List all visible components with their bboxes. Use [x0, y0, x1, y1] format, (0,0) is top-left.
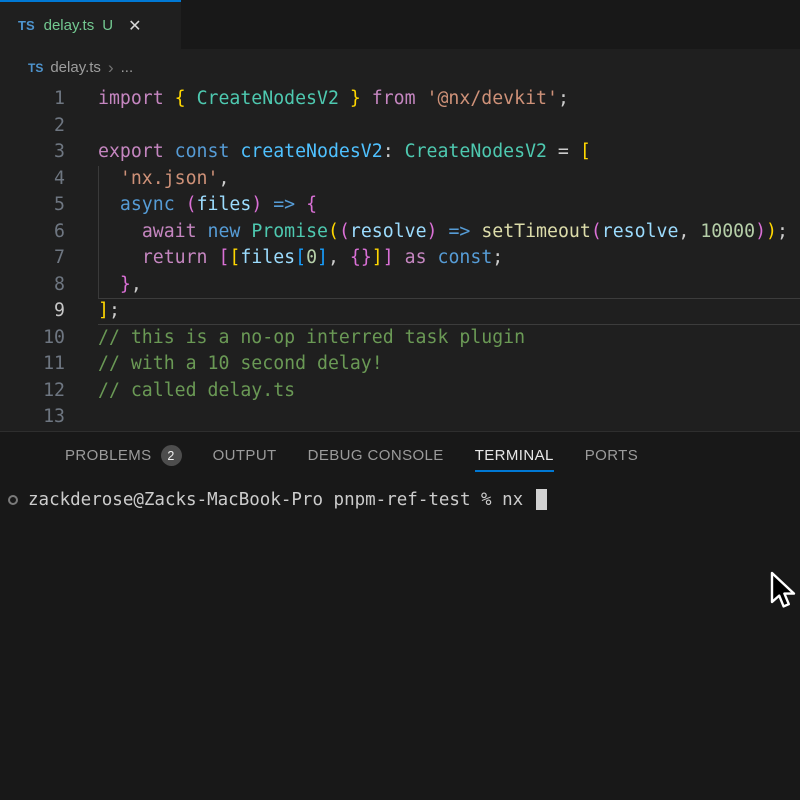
- code-text: // called delay.ts: [98, 378, 800, 405]
- code-line[interactable]: 3 export const createNodesV2: CreateNodes…: [0, 139, 800, 166]
- code-line[interactable]: 13: [0, 404, 800, 431]
- terminal-prompt-line: zackderose@Zacks-MacBook-Pro pnpm-ref-te…: [8, 489, 800, 510]
- command-decoration-circle-icon: [8, 495, 18, 505]
- code-text: [98, 113, 800, 140]
- breadcrumb-file[interactable]: delay.ts: [50, 59, 101, 76]
- breadcrumb-symbol-ellipsis[interactable]: ...: [121, 59, 134, 76]
- panel-tab-label: OUTPUT: [213, 447, 277, 464]
- code-line[interactable]: 12 // called delay.ts: [0, 378, 800, 405]
- code-text: [98, 404, 800, 431]
- line-number: 10: [0, 325, 65, 352]
- line-number: 7: [0, 245, 65, 272]
- code-line[interactable]: 7 return [[files[0], {}]] as const;: [0, 245, 800, 272]
- panel-tab-label: DEBUG CONSOLE: [308, 447, 444, 464]
- tab-filename: delay.ts: [44, 17, 95, 34]
- code-line[interactable]: 8 },: [0, 272, 800, 299]
- code-text: ];: [98, 298, 800, 325]
- terminal-prompt-text: zackderose@Zacks-MacBook-Pro pnpm-ref-te…: [28, 490, 534, 510]
- code-editor[interactable]: 1 import { CreateNodesV2 } from '@nx/devk…: [0, 86, 800, 431]
- line-number: 1: [0, 86, 65, 113]
- line-number: 2: [0, 113, 65, 140]
- line-number: 6: [0, 219, 65, 246]
- chevron-right-icon: ›: [108, 59, 114, 76]
- code-text: import { CreateNodesV2 } from '@nx/devki…: [98, 86, 800, 113]
- line-number: 4: [0, 166, 65, 193]
- panel-tab-terminal[interactable]: TERMINAL: [475, 447, 554, 464]
- line-number: 3: [0, 139, 65, 166]
- editor-lines: 1 import { CreateNodesV2 } from '@nx/devk…: [0, 86, 800, 431]
- terminal-view[interactable]: zackderose@Zacks-MacBook-Pro pnpm-ref-te…: [0, 479, 800, 798]
- code-line[interactable]: 2: [0, 113, 800, 140]
- close-icon[interactable]: ✕: [128, 16, 141, 36]
- panel-tab-ports[interactable]: PORTS: [585, 447, 638, 464]
- line-number: 11: [0, 351, 65, 378]
- typescript-file-icon: TS: [18, 18, 35, 33]
- code-line[interactable]: 11 // with a 10 second delay!: [0, 351, 800, 378]
- panel-tabs: PROBLEMS 2 OUTPUT DEBUG CONSOLE TERMINAL PORT…: [0, 432, 800, 479]
- code-text: 'nx.json',: [98, 166, 800, 193]
- code-text: export const createNodesV2: CreateNodesV…: [98, 139, 800, 166]
- line-number: 9: [0, 298, 65, 325]
- breadcrumb: TS delay.ts › ...: [0, 49, 800, 86]
- vscode-window: TS delay.ts U ✕ TS delay.ts › ... 1 impor…: [0, 0, 800, 800]
- problems-count-badge: 2: [161, 445, 182, 466]
- line-number: 13: [0, 404, 65, 431]
- line-number: 12: [0, 378, 65, 405]
- code-text: },: [98, 272, 800, 299]
- code-line[interactable]: 10 // this is a no-op interred task plugi…: [0, 325, 800, 352]
- code-text: await new Promise((resolve) => setTimeou…: [98, 219, 800, 246]
- panel-tab-label: PROBLEMS: [65, 447, 152, 464]
- panel-tab-label: TERMINAL: [475, 447, 554, 472]
- code-line[interactable]: 4 'nx.json',: [0, 166, 800, 193]
- panel-tab-output[interactable]: OUTPUT: [213, 447, 277, 464]
- code-text: async (files) => {: [98, 192, 800, 219]
- code-text: return [[files[0], {}]] as const;: [98, 245, 800, 272]
- code-text: // this is a no-op interred task plugin: [98, 325, 800, 352]
- code-line[interactable]: 6 await new Promise((resolve) => setTime…: [0, 219, 800, 246]
- line-number: 5: [0, 192, 65, 219]
- code-line[interactable]: 1 import { CreateNodesV2 } from '@nx/devk…: [0, 86, 800, 113]
- panel-tab-label: PORTS: [585, 447, 638, 464]
- git-untracked-badge: U: [102, 17, 113, 34]
- typescript-file-icon: TS: [28, 61, 43, 75]
- tab-delay-ts[interactable]: TS delay.ts U ✕: [0, 0, 181, 49]
- panel-tab-debug-console[interactable]: DEBUG CONSOLE: [308, 447, 444, 464]
- editor-tab-bar: TS delay.ts U ✕: [0, 0, 800, 49]
- line-number: 8: [0, 272, 65, 299]
- code-line[interactable]: 9];: [0, 298, 800, 325]
- code-line[interactable]: 5 async (files) => {: [0, 192, 800, 219]
- panel-tab-problems[interactable]: PROBLEMS 2: [65, 445, 182, 466]
- code-text: // with a 10 second delay!: [98, 351, 800, 378]
- terminal-block-cursor: [536, 489, 547, 510]
